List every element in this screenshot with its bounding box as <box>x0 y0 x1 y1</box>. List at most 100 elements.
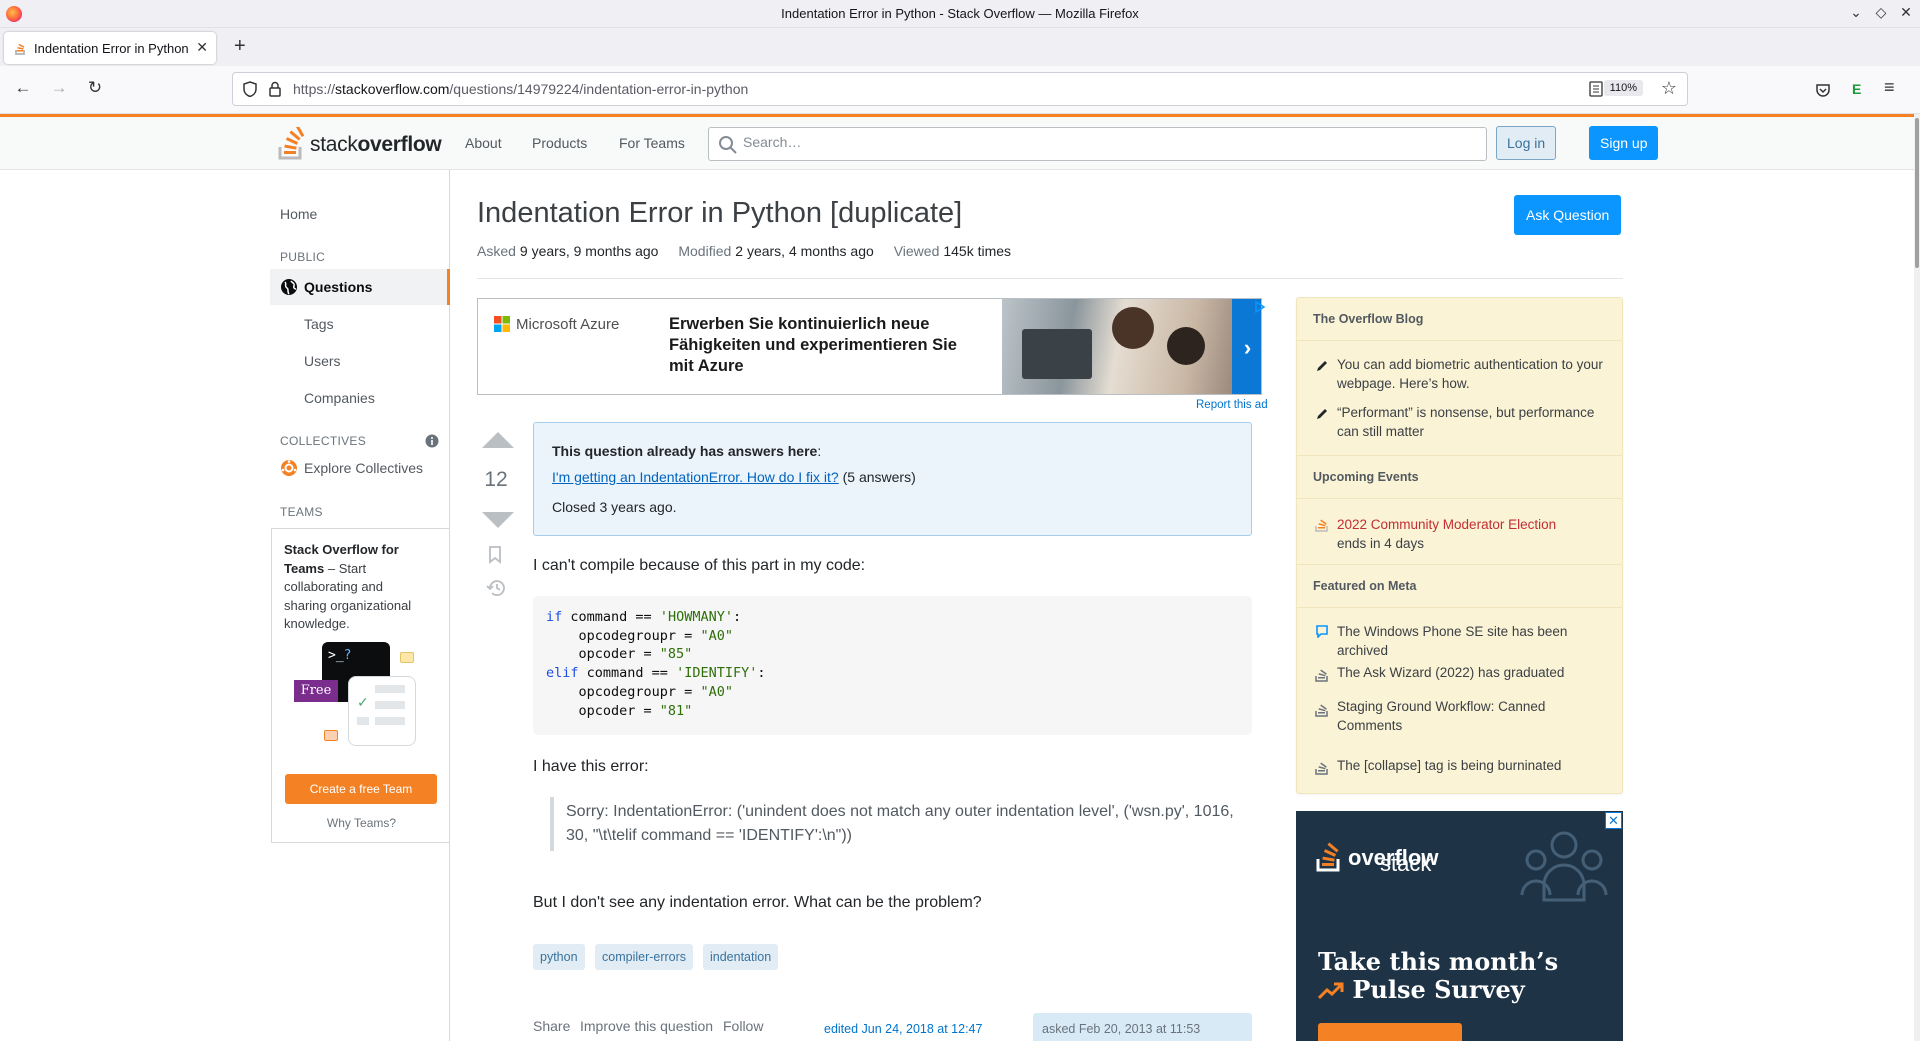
tab-bar: Indentation Error in Python ✕ + <box>0 28 1920 66</box>
bookmark-star-icon[interactable]: ☆ <box>1661 78 1677 99</box>
sidebar-item-users[interactable]: Users <box>304 353 341 369</box>
search-box[interactable] <box>708 127 1487 161</box>
share-link[interactable]: Share <box>533 1018 570 1034</box>
teams-promo-text: Stack Overflow for Teams – Start collabo… <box>284 542 412 631</box>
stackexchange-icon <box>1315 669 1328 682</box>
asked-card: asked Feb 20, 2013 at 11:53 <box>1033 1013 1252 1041</box>
ad-headline: Take this month’s Pulse Survey <box>1317 947 1559 1004</box>
url-bar[interactable]: https://stackoverflow.com/questions/1497… <box>232 72 1688 106</box>
event-item[interactable]: 2022 Community Moderator Election ends in… <box>1337 516 1607 553</box>
adchoices-icon[interactable] <box>1254 301 1266 313</box>
chat-bubble-icon <box>324 730 338 741</box>
new-tab-icon[interactable]: + <box>234 35 246 58</box>
edited-link[interactable]: edited Jun 24, 2018 at 12:47 <box>824 1022 982 1036</box>
stackoverflow-logo[interactable]: stackoverflow <box>278 125 442 161</box>
chat-bubble-icon <box>400 652 414 663</box>
meta-item[interactable]: The [collapse] tag is being burninated <box>1337 757 1607 776</box>
azure-ad-banner[interactable]: Microsoft Azure Erwerben Sie kontinuierl… <box>477 298 1262 395</box>
sidebar-item-tags[interactable]: Tags <box>304 316 334 332</box>
blog-item[interactable]: You can add biometric authentication to … <box>1337 356 1607 393</box>
closed-text: Closed 3 years ago. <box>552 499 677 515</box>
ad-cta-button[interactable] <box>1318 1023 1462 1041</box>
duplicate-header: This question already has answers here: <box>552 443 822 459</box>
minimize-icon[interactable]: ⌄ <box>1846 4 1866 21</box>
downvote-icon[interactable] <box>480 510 516 530</box>
lock-icon[interactable] <box>269 81 281 97</box>
close-window-icon[interactable]: ✕ <box>1896 4 1916 21</box>
free-badge: Free <box>294 680 338 702</box>
event-title[interactable]: 2022 Community Moderator Election <box>1337 517 1556 532</box>
ad-arrow-button[interactable]: › <box>1232 299 1261 394</box>
signup-button[interactable]: Sign up <box>1589 126 1659 160</box>
extension-icon[interactable]: E <box>1852 81 1862 97</box>
follow-link[interactable]: Follow <box>723 1018 763 1034</box>
improve-question-link[interactable]: Improve this question <box>580 1018 713 1034</box>
reader-view-icon[interactable] <box>1589 81 1603 97</box>
pulse-survey-ad[interactable]: ✕ stack overflow Take this month’s Pulse … <box>1296 811 1623 1041</box>
meta-item[interactable]: The Ask Wizard (2022) has graduated <box>1337 664 1607 683</box>
tracking-shield-icon[interactable] <box>243 81 257 97</box>
zoom-level[interactable]: 110% <box>1603 80 1643 96</box>
sidebar-item-explore-collectives[interactable]: Explore Collectives <box>304 460 423 476</box>
question-body-para2: I have this error: <box>533 758 649 775</box>
sidebar-header-teams: TEAMS <box>280 505 323 519</box>
duplicate-link-row: I'm getting an IndentationError. How do … <box>552 469 916 485</box>
browser-tab[interactable]: Indentation Error in Python ✕ <box>4 32 216 64</box>
sidebar-item-home[interactable]: Home <box>280 206 317 222</box>
tag-python[interactable]: python <box>533 944 585 970</box>
scrollbar-thumb[interactable] <box>1915 118 1919 268</box>
why-teams-link[interactable]: Why Teams? <box>272 816 451 830</box>
ask-question-button[interactable]: Ask Question <box>1514 195 1622 235</box>
teams-illustration: >_? ✓ Free <box>290 642 420 746</box>
pocket-icon[interactable] <box>1815 82 1831 98</box>
modified-value[interactable]: 2 years, 4 months ago <box>735 243 874 259</box>
menu-icon[interactable]: ≡ <box>1884 77 1895 98</box>
search-icon <box>719 136 737 154</box>
question-body-para3: But I don't see any indentation error. W… <box>533 894 982 911</box>
teams-promo: Stack Overflow for Teams – Start collabo… <box>271 528 450 843</box>
viewed-value: 145k times <box>943 243 1012 259</box>
info-icon[interactable] <box>425 434 439 448</box>
microsoft-logo-icon <box>494 316 510 332</box>
tag-indentation[interactable]: indentation <box>703 944 779 970</box>
close-tab-icon[interactable]: ✕ <box>196 39 208 56</box>
reload-icon[interactable]: ↻ <box>83 78 107 98</box>
checklist-icon: ✓ <box>348 676 416 746</box>
code-block: if command == 'HOWMANY': opcodegroupr = … <box>533 596 1252 735</box>
login-button[interactable]: Log in <box>1496 126 1557 160</box>
maximize-icon[interactable]: ◇ <box>1871 4 1891 21</box>
bookmark-icon[interactable] <box>488 546 502 564</box>
window-title: Indentation Error in Python - Stack Over… <box>781 6 1139 21</box>
tag-compiler-errors[interactable]: compiler-errors <box>595 944 694 970</box>
search-input[interactable] <box>743 134 1443 150</box>
forward-icon[interactable]: → <box>47 78 71 98</box>
back-icon[interactable]: ← <box>11 78 35 98</box>
meta-item[interactable]: The Windows Phone SE site has been archi… <box>1337 623 1607 660</box>
history-icon[interactable] <box>486 579 506 597</box>
pencil-icon <box>1317 409 1327 419</box>
stackoverflow-favicon-icon <box>15 43 25 55</box>
modified-label: Modified <box>678 243 732 259</box>
blog-header: The Overflow Blog <box>1297 298 1622 341</box>
window-titlebar: Indentation Error in Python - Stack Over… <box>0 0 1920 28</box>
blog-item[interactable]: “Performant” is nonsense, but performanc… <box>1337 404 1607 441</box>
create-free-team-button[interactable]: Create a free Team <box>285 774 437 804</box>
nav-products[interactable]: Products <box>532 135 587 151</box>
chat-bubble-icon <box>1316 625 1328 638</box>
nav-about[interactable]: About <box>465 135 502 151</box>
stackoverflow-small-icon <box>1315 519 1328 532</box>
ad-brand: Microsoft Azure <box>516 316 620 333</box>
scrollbar[interactable] <box>1914 114 1920 1041</box>
sidebar-item-questions[interactable]: Questions <box>270 269 450 305</box>
meta-item[interactable]: Staging Ground Workflow: Canned Comments <box>1337 698 1607 735</box>
upvote-icon[interactable] <box>480 430 516 450</box>
viewed-label: Viewed <box>893 243 940 259</box>
nav-for-teams[interactable]: For Teams <box>619 135 685 151</box>
duplicate-link[interactable]: I'm getting an IndentationError. How do … <box>552 469 839 485</box>
url-text[interactable]: https://stackoverflow.com/questions/1497… <box>293 81 748 97</box>
asked-date: asked Feb 20, 2013 at 11:53 <box>1042 1022 1201 1036</box>
sidebar-item-companies[interactable]: Companies <box>304 390 375 406</box>
report-ad-link[interactable]: Report this ad <box>1196 399 1268 411</box>
question-title[interactable]: Indentation Error in Python [duplicate] <box>477 197 962 230</box>
overflow-blog-widget: The Overflow Blog You can add biometric … <box>1296 297 1623 794</box>
